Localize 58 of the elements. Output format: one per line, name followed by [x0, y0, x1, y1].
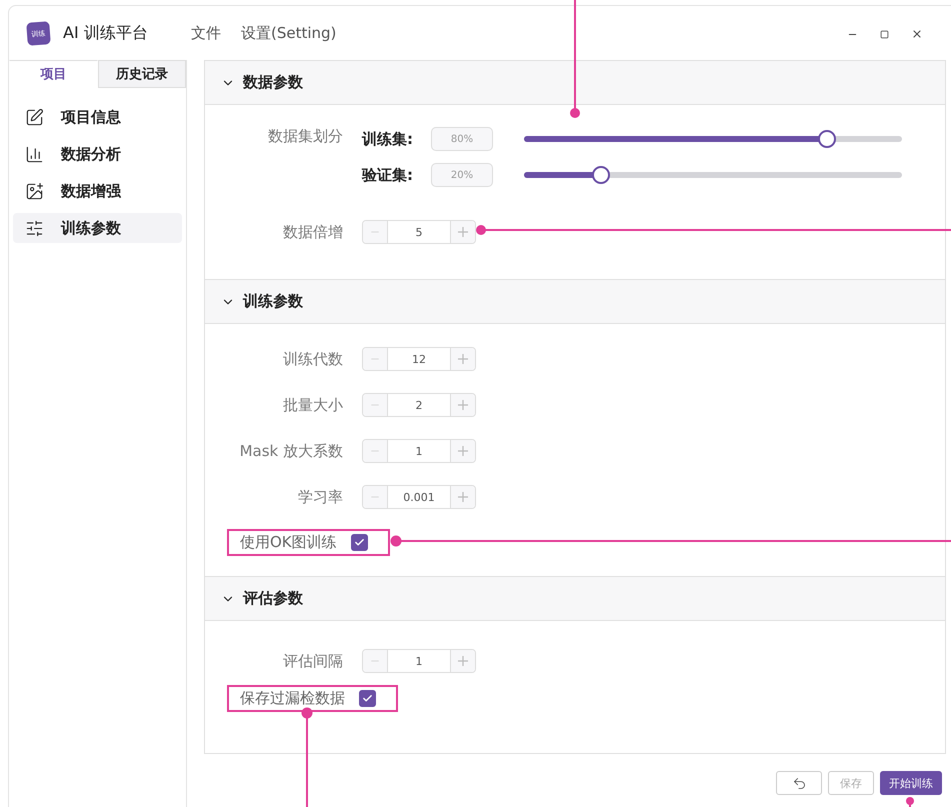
menu-item[interactable]: 文件: [191, 24, 221, 42]
plus-icon: [457, 226, 469, 238]
section-title: 数据参数: [243, 73, 303, 92]
field-label: 批量大小: [282, 396, 343, 414]
section-title: 训练参数: [243, 292, 303, 311]
plus-icon: [457, 655, 469, 667]
field-label: 数据倍增: [282, 222, 343, 242]
field-label: 训练代数: [282, 350, 343, 368]
decrement-button[interactable]: [363, 486, 387, 508]
check-icon: [362, 693, 373, 704]
checkbox-label: 使用OK图训练: [240, 533, 337, 552]
checkbox[interactable]: [359, 690, 376, 707]
menu-item[interactable]: 设置(Setting): [241, 24, 336, 42]
increment-button[interactable]: [451, 650, 475, 672]
field-label: Mask 放大系数: [238, 442, 343, 460]
field-label: 数据集划分: [267, 127, 343, 146]
section-header[interactable]: 数据参数: [205, 61, 945, 105]
plus-icon: [457, 353, 469, 365]
increment-button[interactable]: [451, 348, 475, 370]
section-title: 评估参数: [243, 589, 303, 608]
app-title: AI 训练平台: [63, 22, 149, 44]
checkbox-label: 保存过漏检数据: [240, 689, 345, 708]
sidebar-item[interactable]: 数据分析: [13, 139, 182, 169]
decrement-button[interactable]: [363, 650, 387, 672]
bar-chart-icon: [25, 144, 44, 164]
field-label: 评估间隔: [282, 652, 343, 670]
start-button[interactable]: 开始训练: [880, 771, 942, 795]
sidebar-item[interactable]: 数据增强: [13, 176, 182, 206]
slider-thumb[interactable]: [818, 130, 836, 148]
section-header[interactable]: 评估参数: [205, 576, 945, 621]
sidebar-tab[interactable]: 历史记录: [98, 60, 186, 88]
split-label: 验证集:: [362, 166, 414, 184]
section-header[interactable]: 训练参数: [205, 279, 945, 324]
increment-button[interactable]: [451, 221, 475, 243]
sidebar-item[interactable]: 项目信息: [13, 102, 182, 132]
sidebar-item[interactable]: 训练参数: [13, 213, 182, 243]
close-icon[interactable]: [911, 28, 923, 40]
check-icon: [354, 537, 365, 548]
field-label: 学习率: [297, 488, 343, 506]
slider-thumb[interactable]: [592, 166, 610, 184]
plus-icon: [457, 491, 469, 503]
image-add-icon: [25, 182, 44, 200]
increment-button[interactable]: [451, 486, 475, 508]
decrement-button[interactable]: [363, 394, 387, 416]
plus-icon: [457, 399, 469, 411]
split-label: 训练集:: [362, 130, 414, 148]
checkbox[interactable]: [350, 534, 368, 551]
plus-icon: [457, 445, 469, 457]
increment-button[interactable]: [451, 440, 475, 462]
decrement-button[interactable]: [363, 221, 387, 243]
sliders-icon: [25, 218, 44, 238]
decrement-button[interactable]: [363, 440, 387, 462]
increment-button[interactable]: [451, 394, 475, 416]
maximize-icon[interactable]: [880, 30, 889, 38]
undo-button[interactable]: [776, 771, 822, 795]
undo-icon: [792, 776, 806, 790]
edit-icon: [25, 108, 44, 126]
decrement-button[interactable]: [363, 348, 387, 370]
